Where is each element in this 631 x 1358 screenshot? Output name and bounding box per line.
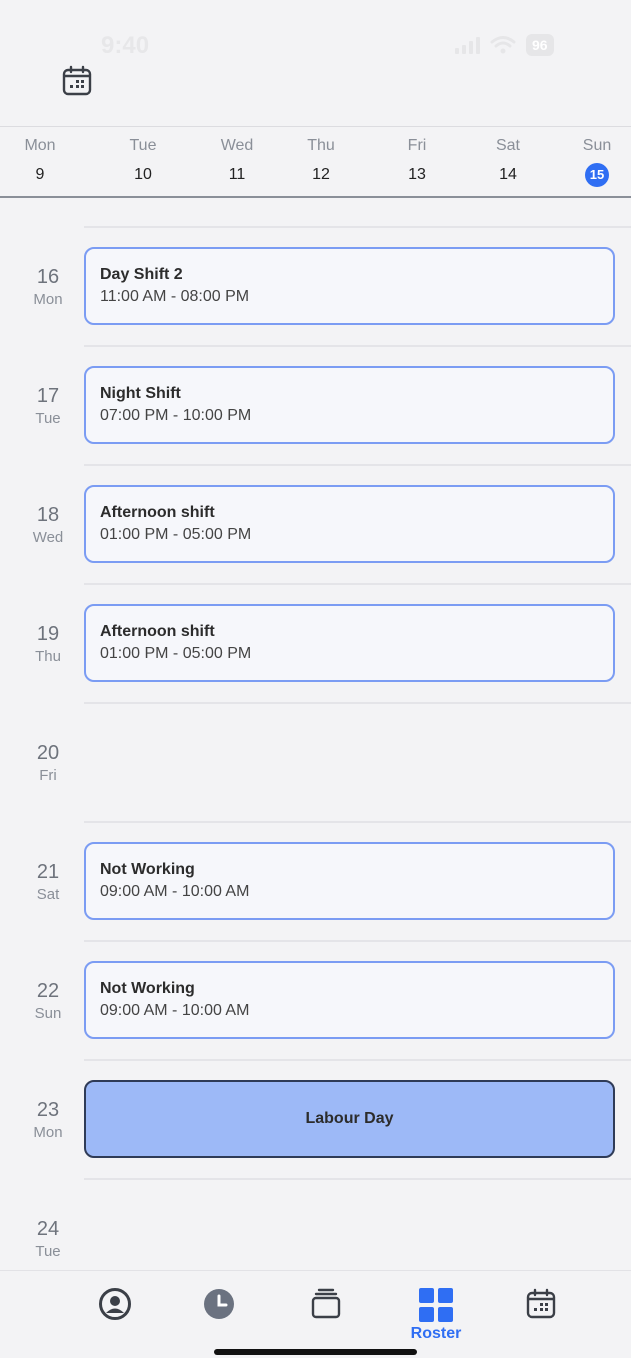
row-day-of-week: Mon — [33, 1124, 63, 1141]
clock-icon — [204, 1289, 234, 1319]
nav-calendar[interactable] — [511, 1287, 571, 1347]
shift-card[interactable]: Day Shift 2 11:00 AM - 08:00 PM — [84, 247, 615, 325]
shift-card[interactable]: Afternoon shift 01:00 PM - 05:00 PM — [84, 604, 615, 682]
row-day-number: 17 — [36, 385, 60, 407]
row-day-of-week: Sat — [36, 886, 60, 903]
status-icons: 96 — [455, 34, 554, 56]
week-day-tue[interactable]: Tue 10 — [113, 137, 173, 187]
row-day-number: 24 — [36, 1218, 60, 1240]
row-day-number: 23 — [36, 1099, 60, 1121]
week-day-number-today: 15 — [585, 163, 609, 187]
shift-time: 07:00 PM - 10:00 PM — [100, 407, 252, 424]
shift-card[interactable]: Not Working 09:00 AM - 10:00 AM — [84, 842, 615, 920]
calendar-icon[interactable] — [60, 64, 94, 98]
week-day-name: Fri — [407, 137, 427, 154]
week-day-name: Mon — [24, 137, 56, 154]
week-day-thu[interactable]: Thu 12 — [291, 137, 351, 187]
shift-time: 01:00 PM - 05:00 PM — [100, 526, 252, 543]
row-date: 24 Tue — [18, 1218, 78, 1260]
row-day-number: 22 — [36, 980, 60, 1002]
status-time: 9:40 — [101, 32, 150, 59]
row-day-number: 16 — [36, 266, 60, 288]
holiday-title: Labour Day — [305, 1110, 394, 1127]
row-date: 18 Wed — [18, 504, 78, 546]
layers-icon — [311, 1288, 341, 1319]
week-day-number: 14 — [499, 166, 517, 183]
week-day-number: 13 — [408, 166, 426, 183]
roster-row-22: 22 Sun Not Working 09:00 AM - 10:00 AM — [0, 940, 631, 1059]
week-day-wed[interactable]: Wed 11 — [207, 137, 267, 187]
holiday-card[interactable]: Labour Day — [84, 1080, 615, 1158]
row-date: 22 Sun — [18, 980, 78, 1022]
home-indicator — [214, 1349, 417, 1355]
week-day-sun[interactable]: Sun 15 — [567, 137, 627, 187]
row-day-number: 19 — [36, 623, 60, 645]
bottom-nav: Roster — [0, 1270, 631, 1358]
battery-indicator: 96 — [526, 34, 554, 56]
signal-icon — [455, 36, 480, 54]
row-date: 21 Sat — [18, 861, 78, 903]
week-day-name: Tue — [129, 137, 157, 154]
week-day-fri[interactable]: Fri 13 — [387, 137, 447, 187]
row-day-number: 18 — [36, 504, 60, 526]
row-date: 17 Tue — [18, 385, 78, 427]
shift-title: Not Working — [100, 861, 195, 878]
week-day-number: 11 — [228, 166, 246, 183]
nav-clock[interactable] — [189, 1287, 249, 1347]
roster-row-18: 18 Wed Afternoon shift 01:00 PM - 05:00 PM — [0, 464, 631, 583]
row-day-number: 21 — [36, 861, 60, 883]
nav-layers[interactable] — [296, 1287, 356, 1347]
row-day-of-week: Wed — [32, 529, 64, 546]
shift-title: Day Shift 2 — [100, 266, 183, 283]
week-day-mon[interactable]: Mon 9 — [10, 137, 70, 187]
calendar-icon — [526, 1288, 556, 1319]
week-day-name: Sat — [495, 137, 520, 154]
week-strip: Mon 9 Tue 10 Wed 11 Thu 12 Fri 13 Sat 14 Sun 15 — [0, 126, 631, 198]
shift-title: Night Shift — [100, 385, 181, 402]
row-day-of-week: Thu — [35, 648, 61, 665]
row-day-of-week: Fri — [39, 767, 57, 784]
nav-roster[interactable]: Roster — [406, 1287, 466, 1347]
shift-card[interactable]: Night Shift 07:00 PM - 10:00 PM — [84, 366, 615, 444]
row-day-of-week: Tue — [35, 410, 61, 427]
week-day-name: Thu — [307, 137, 335, 154]
shift-time: 09:00 AM - 10:00 AM — [100, 883, 250, 900]
nav-profile[interactable] — [85, 1287, 145, 1347]
shift-card[interactable]: Not Working 09:00 AM - 10:00 AM — [84, 961, 615, 1039]
shift-title: Afternoon shift — [100, 504, 215, 521]
roster-row-19: 19 Thu Afternoon shift 01:00 PM - 05:00 PM — [0, 583, 631, 702]
status-bar: 9:40 96 — [0, 0, 631, 95]
shift-time: 09:00 AM - 10:00 AM — [100, 1002, 250, 1019]
week-day-name: Sun — [582, 137, 612, 154]
row-date: 23 Mon — [18, 1099, 78, 1141]
row-day-of-week: Tue — [35, 1243, 61, 1260]
week-day-number: 9 — [35, 166, 45, 183]
shift-title: Afternoon shift — [100, 623, 215, 640]
week-day-number: 12 — [312, 166, 330, 183]
wifi-icon — [490, 36, 516, 54]
week-day-name: Wed — [220, 137, 254, 154]
roster-row-21: 21 Sat Not Working 09:00 AM - 10:00 AM — [0, 821, 631, 940]
shift-title: Not Working — [100, 980, 195, 997]
roster-row-23: 23 Mon Labour Day — [0, 1059, 631, 1178]
week-day-number: 10 — [134, 166, 152, 183]
roster-row-17: 17 Tue Night Shift 07:00 PM - 10:00 PM — [0, 345, 631, 464]
shift-time: 11:00 AM - 08:00 PM — [100, 288, 250, 305]
shift-time: 01:00 PM - 05:00 PM — [100, 645, 252, 662]
row-day-of-week: Sun — [34, 1005, 62, 1022]
row-date: 20 Fri — [18, 742, 78, 784]
week-day-sat[interactable]: Sat 14 — [478, 137, 538, 187]
row-day-number: 20 — [36, 742, 60, 764]
row-date: 19 Thu — [18, 623, 78, 665]
row-day-of-week: Mon — [33, 291, 63, 308]
nav-roster-label: Roster — [410, 1325, 462, 1342]
shift-card[interactable]: Afternoon shift 01:00 PM - 05:00 PM — [84, 485, 615, 563]
roster-row-16: 16 Mon Day Shift 2 11:00 AM - 08:00 PM — [0, 226, 631, 345]
roster-row-20: 20 Fri — [0, 702, 631, 821]
roster-grid-icon — [419, 1288, 453, 1322]
profile-icon — [99, 1288, 131, 1320]
row-date: 16 Mon — [18, 266, 78, 308]
